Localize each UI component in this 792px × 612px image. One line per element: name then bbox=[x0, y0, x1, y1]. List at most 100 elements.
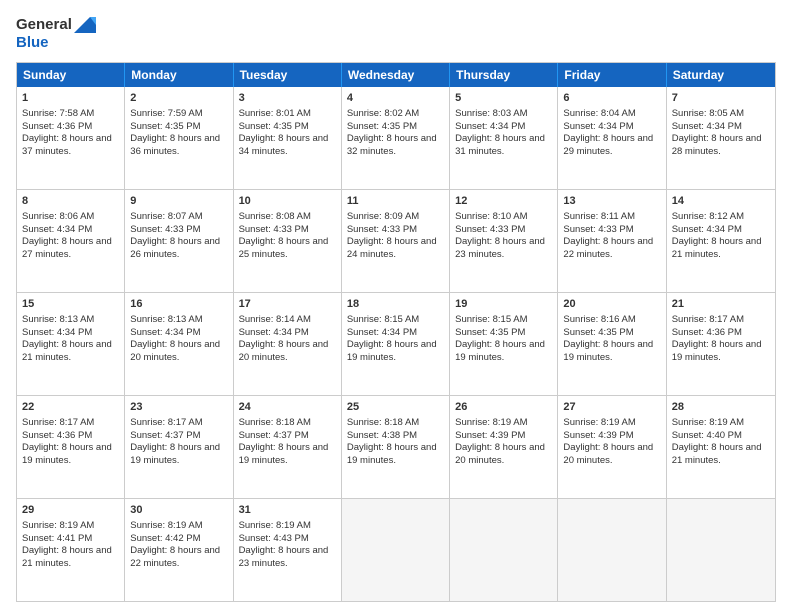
sunset-text: Sunset: 4:35 PM bbox=[347, 121, 417, 132]
sunrise-text: Sunrise: 8:15 AM bbox=[347, 314, 419, 325]
logo: General Blue bbox=[16, 16, 96, 52]
sunset-text: Sunset: 4:34 PM bbox=[22, 327, 92, 338]
sunrise-text: Sunrise: 8:13 AM bbox=[22, 314, 94, 325]
day-number: 14 bbox=[672, 194, 770, 209]
sunrise-text: Sunrise: 8:03 AM bbox=[455, 108, 527, 119]
daylight-text: Daylight: 8 hours and 24 minutes. bbox=[347, 236, 437, 260]
sunset-text: Sunset: 4:36 PM bbox=[22, 121, 92, 132]
calendar-cell: 8 Sunrise: 8:06 AM Sunset: 4:34 PMDaylight… bbox=[17, 190, 125, 292]
sunrise-text: Sunrise: 7:58 AM bbox=[22, 108, 94, 119]
daylight-text: Daylight: 8 hours and 19 minutes. bbox=[130, 442, 220, 466]
sunrise-text: Sunrise: 8:17 AM bbox=[672, 314, 744, 325]
sunset-text: Sunset: 4:43 PM bbox=[239, 533, 309, 544]
sunrise-text: Sunrise: 8:06 AM bbox=[22, 211, 94, 222]
day-number: 17 bbox=[239, 297, 336, 312]
calendar-cell: 21Sunrise: 8:17 AMSunset: 4:36 PMDayligh… bbox=[667, 293, 775, 395]
sunrise-text: Sunrise: 8:10 AM bbox=[455, 211, 527, 222]
logo-text-blue: Blue bbox=[16, 34, 49, 52]
day-number: 16 bbox=[130, 297, 227, 312]
day-number: 11 bbox=[347, 194, 444, 209]
daylight-text: Daylight: 8 hours and 19 minutes. bbox=[22, 442, 112, 466]
sunset-text: Sunset: 4:35 PM bbox=[239, 121, 309, 132]
day-number: 30 bbox=[130, 503, 227, 518]
calendar-cell: 20Sunrise: 8:16 AMSunset: 4:35 PMDayligh… bbox=[558, 293, 666, 395]
day-number: 13 bbox=[563, 194, 660, 209]
daylight-text: Daylight: 8 hours and 37 minutes. bbox=[22, 133, 112, 157]
sunrise-text: Sunrise: 8:19 AM bbox=[455, 417, 527, 428]
sunset-text: Sunset: 4:39 PM bbox=[563, 430, 633, 441]
calendar-week: 15Sunrise: 8:13 AMSunset: 4:34 PMDayligh… bbox=[17, 293, 775, 396]
sunset-text: Sunset: 4:34 PM bbox=[672, 224, 742, 235]
sunrise-text: Sunrise: 8:18 AM bbox=[239, 417, 311, 428]
daylight-text: Daylight: 8 hours and 21 minutes. bbox=[672, 236, 762, 260]
day-number: 27 bbox=[563, 400, 660, 415]
calendar-cell: 4Sunrise: 8:02 AMSunset: 4:35 PMDaylight… bbox=[342, 87, 450, 189]
sunrise-text: Sunrise: 8:08 AM bbox=[239, 211, 311, 222]
calendar-cell: 2Sunrise: 7:59 AMSunset: 4:35 PMDaylight… bbox=[125, 87, 233, 189]
sunset-text: Sunset: 4:33 PM bbox=[347, 224, 417, 235]
calendar-cell: 12 Sunrise: 8:10 AM Sunset: 4:33 PMDayligh… bbox=[450, 190, 558, 292]
daylight-text: Daylight: 8 hours and 32 minutes. bbox=[347, 133, 437, 157]
day-number: 12 bbox=[455, 194, 552, 209]
sunrise-text: Sunrise: 8:14 AM bbox=[239, 314, 311, 325]
daylight-text: Daylight: 8 hours and 22 minutes. bbox=[130, 545, 220, 569]
sunset-text: Sunset: 4:34 PM bbox=[22, 224, 92, 235]
page: General Blue SundayMondayTuesdayWednesda… bbox=[0, 0, 792, 612]
sunset-text: Sunset: 4:34 PM bbox=[239, 327, 309, 338]
day-number: 18 bbox=[347, 297, 444, 312]
daylight-text: Daylight: 8 hours and 23 minutes. bbox=[455, 236, 545, 260]
calendar-cell: 27Sunrise: 8:19 AMSunset: 4:39 PMDayligh… bbox=[558, 396, 666, 498]
sunset-text: Sunset: 4:35 PM bbox=[455, 327, 525, 338]
sunrise-text: Sunrise: 8:17 AM bbox=[130, 417, 202, 428]
header: General Blue bbox=[16, 16, 776, 52]
calendar-cell: 25Sunrise: 8:18 AMSunset: 4:38 PMDayligh… bbox=[342, 396, 450, 498]
sunset-text: Sunset: 4:42 PM bbox=[130, 533, 200, 544]
sunrise-text: Sunrise: 8:05 AM bbox=[672, 108, 744, 119]
calendar-cell: 30Sunrise: 8:19 AMSunset: 4:42 PMDayligh… bbox=[125, 499, 233, 601]
sunset-text: Sunset: 4:35 PM bbox=[130, 121, 200, 132]
sunrise-text: Sunrise: 8:09 AM bbox=[347, 211, 419, 222]
sunrise-text: Sunrise: 8:17 AM bbox=[22, 417, 94, 428]
sunrise-text: Sunrise: 8:02 AM bbox=[347, 108, 419, 119]
logo-triangle-icon bbox=[74, 17, 96, 33]
calendar-cell: 23Sunrise: 8:17 AMSunset: 4:37 PMDayligh… bbox=[125, 396, 233, 498]
daylight-text: Daylight: 8 hours and 21 minutes. bbox=[22, 545, 112, 569]
day-number: 26 bbox=[455, 400, 552, 415]
sunrise-text: Sunrise: 8:19 AM bbox=[672, 417, 744, 428]
sunset-text: Sunset: 4:34 PM bbox=[347, 327, 417, 338]
sunset-text: Sunset: 4:39 PM bbox=[455, 430, 525, 441]
calendar-cell: 29Sunrise: 8:19 AMSunset: 4:41 PMDayligh… bbox=[17, 499, 125, 601]
sunset-text: Sunset: 4:33 PM bbox=[455, 224, 525, 235]
calendar-cell: 17 Sunrise: 8:14 AM Sunset: 4:34 PMDayligh… bbox=[234, 293, 342, 395]
calendar-day-header: Wednesday bbox=[342, 63, 450, 87]
day-number: 21 bbox=[672, 297, 770, 312]
sunset-text: Sunset: 4:37 PM bbox=[239, 430, 309, 441]
calendar-cell: 13Sunrise: 8:11 AMSunset: 4:33 PMDayligh… bbox=[558, 190, 666, 292]
daylight-text: Daylight: 8 hours and 19 minutes. bbox=[347, 339, 437, 363]
calendar-week: 29Sunrise: 8:19 AMSunset: 4:41 PMDayligh… bbox=[17, 499, 775, 601]
sunset-text: Sunset: 4:34 PM bbox=[130, 327, 200, 338]
sunrise-text: Sunrise: 8:01 AM bbox=[239, 108, 311, 119]
daylight-text: Daylight: 8 hours and 20 minutes. bbox=[455, 442, 545, 466]
sunrise-text: Sunrise: 8:18 AM bbox=[347, 417, 419, 428]
daylight-text: Daylight: 8 hours and 27 minutes. bbox=[22, 236, 112, 260]
daylight-text: Daylight: 8 hours and 20 minutes. bbox=[239, 339, 329, 363]
day-number: 19 bbox=[455, 297, 552, 312]
calendar-week: 8Sunrise: 8:06 AMSunset: 4:34 PMDaylight… bbox=[17, 190, 775, 293]
calendar-cell: 18 Sunrise: 8:15 AM Sunset: 4:34 PMDayligh… bbox=[342, 293, 450, 395]
sunrise-text: Sunrise: 8:12 AM bbox=[672, 211, 744, 222]
calendar-cell-empty bbox=[558, 499, 666, 601]
sunrise-text: Sunrise: 8:16 AM bbox=[563, 314, 635, 325]
calendar-cell: 7Sunrise: 8:05 AMSunset: 4:34 PMDaylight… bbox=[667, 87, 775, 189]
day-number: 15 bbox=[22, 297, 119, 312]
day-number: 7 bbox=[672, 91, 770, 106]
daylight-text: Daylight: 8 hours and 19 minutes. bbox=[347, 442, 437, 466]
daylight-text: Daylight: 8 hours and 28 minutes. bbox=[672, 133, 762, 157]
calendar-cell-empty bbox=[667, 499, 775, 601]
day-number: 25 bbox=[347, 400, 444, 415]
day-number: 8 bbox=[22, 194, 119, 209]
day-number: 28 bbox=[672, 400, 770, 415]
daylight-text: Daylight: 8 hours and 26 minutes. bbox=[130, 236, 220, 260]
calendar-day-header: Tuesday bbox=[234, 63, 342, 87]
day-number: 2 bbox=[130, 91, 227, 106]
